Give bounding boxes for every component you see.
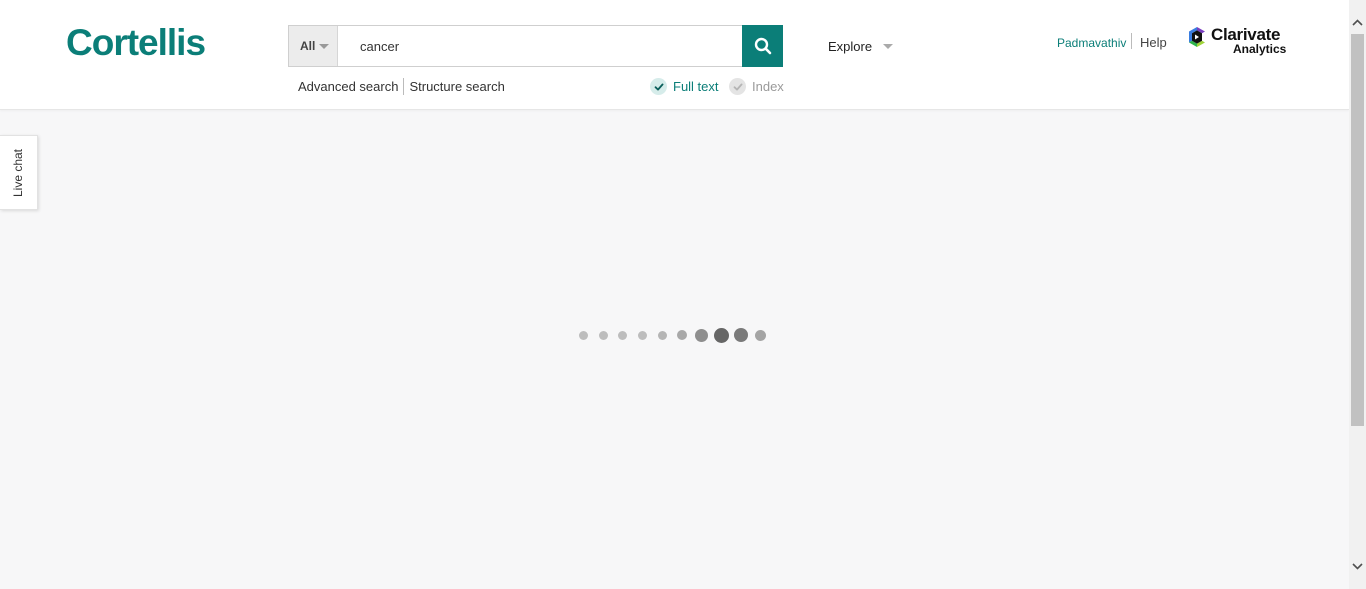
live-chat-label: Live chat <box>11 148 26 197</box>
top-header: Cortellis All Advanced search Structure … <box>0 0 1349 110</box>
loading-dot <box>638 330 648 340</box>
loading-dot <box>695 328 709 342</box>
help-link[interactable]: Help <box>1140 35 1167 50</box>
search-scope-label: All <box>300 39 316 53</box>
chevron-down-icon <box>1352 563 1363 570</box>
link-divider <box>403 78 405 95</box>
scroll-up-button[interactable] <box>1349 14 1366 31</box>
search-button[interactable] <box>742 25 783 67</box>
loading-dot <box>618 330 628 340</box>
index-toggle[interactable]: Index <box>729 78 784 95</box>
loading-dot <box>657 330 667 340</box>
explore-label: Explore <box>828 39 873 54</box>
clarivate-mark-icon <box>1189 27 1205 47</box>
search-icon <box>754 37 771 55</box>
cortellis-logo[interactable]: Cortellis <box>66 22 206 64</box>
live-chat-tab[interactable]: Live chat <box>0 135 38 210</box>
chevron-up-icon <box>1352 19 1363 26</box>
search-input[interactable] <box>339 26 743 66</box>
structure-search-link[interactable]: Structure search <box>409 79 504 94</box>
loading-dot <box>755 329 767 341</box>
chevron-down-icon <box>883 44 894 49</box>
loading-dot <box>734 328 749 342</box>
scroll-thumb[interactable] <box>1351 34 1364 426</box>
check-icon <box>650 78 667 95</box>
explore-menu[interactable]: Explore <box>828 39 894 54</box>
clarivate-logo[interactable]: Clarivate Analytics <box>1187 26 1286 55</box>
loading-dot <box>677 330 687 340</box>
user-account-link[interactable]: Padmavathiv <box>1057 36 1126 50</box>
loading-dot <box>598 330 608 340</box>
search-scope-dropdown[interactable]: All <box>289 26 338 66</box>
loading-dot <box>579 330 588 340</box>
header-divider <box>1131 33 1132 49</box>
advanced-search-link[interactable]: Advanced search <box>298 79 398 94</box>
chevron-down-icon <box>319 43 330 49</box>
vertical-scrollbar[interactable] <box>1349 0 1366 589</box>
loading-dot <box>713 327 729 343</box>
check-icon <box>729 78 746 95</box>
full-text-label: Full text <box>673 79 719 94</box>
loading-indicator <box>575 326 775 344</box>
clarivate-sub: Analytics <box>1233 42 1287 56</box>
scroll-down-button[interactable] <box>1349 558 1366 575</box>
index-label: Index <box>752 79 784 94</box>
search-box: All <box>288 25 783 67</box>
full-text-toggle[interactable]: Full text <box>650 78 719 95</box>
clarivate-name: Clarivate <box>1211 25 1281 44</box>
search-links: Advanced search Structure search <box>298 78 505 95</box>
